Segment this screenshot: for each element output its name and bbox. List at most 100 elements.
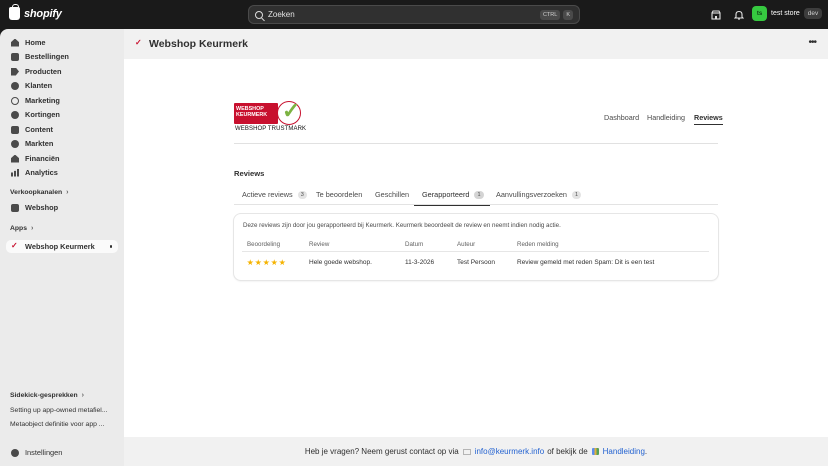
sidebar-item-label: Marketing xyxy=(25,96,60,105)
tab-gerapporteerd[interactable]: Gerapporteerd 1 xyxy=(414,184,490,206)
nav-dashboard[interactable]: Dashboard xyxy=(604,113,639,122)
nav-handleiding[interactable]: Handleiding xyxy=(647,113,685,122)
card-intro: Deze reviews zijn door jou gerapporteerd… xyxy=(243,222,561,229)
chevron-right-icon: › xyxy=(31,225,34,232)
sidebar-item-analytics[interactable]: Analytics xyxy=(6,166,118,179)
sales-channels-heading[interactable]: Verkoopkanalen › xyxy=(10,189,68,196)
star-icon xyxy=(247,259,254,266)
star-icon xyxy=(255,259,262,266)
star-icon xyxy=(279,259,286,266)
shopify-bag-icon xyxy=(9,4,20,20)
keurmerk-badge: WEBSHOP KEURMERK xyxy=(234,103,278,124)
sidebar-item-marketing[interactable]: Marketing xyxy=(6,94,118,107)
app-frame: WEBSHOP KEURMERK WEBSHOP TRUSTMARK Dashb… xyxy=(124,59,828,437)
sidebar-item-content[interactable]: Content xyxy=(6,123,118,136)
apps-heading[interactable]: Apps › xyxy=(10,225,33,232)
home-icon xyxy=(11,38,19,47)
section-label: Verkoopkanalen xyxy=(10,189,63,196)
cell-reason: Review gemeld met reden Spam: Dit is een… xyxy=(517,259,655,266)
sidebar-item-label: Webshop Keurmerk xyxy=(25,242,95,251)
store-avatar: ts xyxy=(752,6,767,21)
sidebar-item-label: Instellingen xyxy=(25,448,63,457)
person-icon xyxy=(11,81,19,90)
tab-count: 3 xyxy=(297,190,307,199)
main-area: Webshop Keurmerk ••• WEBSHOP KEURMERK WE… xyxy=(124,29,828,466)
dev-badge: dev xyxy=(803,8,823,19)
chevron-right-icon: › xyxy=(81,392,84,399)
cell-review: Hele goede webshop. xyxy=(309,259,372,266)
gear-icon xyxy=(11,448,19,457)
inbox-icon xyxy=(11,52,19,61)
page-title: Webshop Keurmerk xyxy=(149,38,248,50)
bank-icon xyxy=(11,154,19,163)
shopify-logo[interactable]: shopify xyxy=(9,4,62,20)
more-actions-icon[interactable]: ••• xyxy=(808,37,816,48)
sidebar-item-markets[interactable]: Markten xyxy=(6,137,118,150)
rating-stars xyxy=(247,253,286,272)
sidekick-conversation[interactable]: Setting up app-owned metafiel... xyxy=(10,407,118,414)
sidebar-item-products[interactable]: Producten xyxy=(6,65,118,78)
reported-reviews-card: Deze reviews zijn door jou gerapporteerd… xyxy=(234,214,718,280)
chevron-right-icon: › xyxy=(66,189,69,196)
globe-icon xyxy=(11,139,19,148)
tab-active-reviews[interactable]: Actieve reviews 3 xyxy=(242,184,307,205)
sidebar-item-label: Financiën xyxy=(25,154,60,163)
header-review: Review xyxy=(309,241,330,248)
tab-label: Aanvullingsverzoeken xyxy=(496,190,567,199)
sidebar-item-label: Producten xyxy=(25,67,62,76)
bell-icon[interactable] xyxy=(733,9,744,20)
star-icon xyxy=(271,259,278,266)
sidebar-item-label: Webshop xyxy=(25,203,59,212)
sidebar-item-home[interactable]: Home xyxy=(6,36,118,49)
table-header: Beoordeling Review Datum Auteur Reden me… xyxy=(242,238,709,252)
active-dot xyxy=(109,245,112,248)
search-input[interactable]: Zoeken CTRL K xyxy=(248,5,580,24)
contact-email-link[interactable]: info@keurmerk.info xyxy=(475,447,544,456)
footer-text-before: Heb je vragen? Neem gerust contact op vi… xyxy=(304,447,459,456)
target-icon xyxy=(11,96,19,105)
brand-line2: KEURMERK xyxy=(236,112,268,119)
sidebar-item-discounts[interactable]: Kortingen xyxy=(6,108,118,121)
sidebar-item-webshop[interactable]: Webshop xyxy=(6,201,118,214)
footer-text-middle: of bekijk de xyxy=(547,447,588,456)
header-auteur: Auteur xyxy=(457,241,476,248)
handleiding-link[interactable]: Handleiding xyxy=(603,447,645,456)
tab-count: 1 xyxy=(571,190,582,199)
table-row[interactable]: Hele goede webshop. 11-3-2026 Test Perso… xyxy=(242,253,709,272)
store-icon[interactable] xyxy=(710,9,721,20)
sidebar-item-finance[interactable]: Financiën xyxy=(6,152,118,165)
discount-icon xyxy=(11,110,19,119)
brand-trustmark: WEBSHOP TRUSTMARK xyxy=(235,126,307,132)
section-title: Reviews xyxy=(234,169,265,178)
store-menu-button[interactable]: ts test store dev xyxy=(752,6,823,21)
help-footer: Heb je vragen? Neem gerust contact op vi… xyxy=(124,437,828,466)
tab-label: Geschillen xyxy=(375,190,410,199)
divider xyxy=(234,143,718,144)
sidebar-item-label: Markten xyxy=(25,139,54,148)
sidekick-heading[interactable]: Sidekick-gesprekken › xyxy=(10,392,84,399)
tab-aanvullingsverzoeken[interactable]: Aanvullingsverzoeken 1 xyxy=(496,184,582,205)
shopify-wordmark: shopify xyxy=(24,7,62,20)
keurmerk-app-icon xyxy=(11,241,19,251)
sidebar-item-settings[interactable]: Instellingen xyxy=(6,446,118,459)
tab-count: 1 xyxy=(474,190,484,199)
sidebar-item-webshop-keurmerk[interactable]: Webshop Keurmerk xyxy=(6,240,118,253)
search-placeholder: Zoeken xyxy=(268,10,295,19)
sidebar-item-customers[interactable]: Klanten xyxy=(6,79,118,92)
review-tabs: Actieve reviews 3 Te beoordelen Geschille… xyxy=(234,184,718,206)
keurmerk-logo[interactable]: WEBSHOP KEURMERK WEBSHOP TRUSTMARK xyxy=(234,98,306,132)
tab-label: Te beoordelen xyxy=(316,190,363,199)
nav-reviews[interactable]: Reviews xyxy=(694,113,723,125)
star-icon xyxy=(263,259,270,266)
sidebar-item-label: Bestellingen xyxy=(25,52,69,61)
storefront-icon xyxy=(11,203,19,212)
sidekick-conversation[interactable]: Metaobject definitie voor app ... xyxy=(10,421,118,428)
sidebar: Home Bestellingen Producten Klanten Mark… xyxy=(0,29,124,466)
tab-geschillen[interactable]: Geschillen xyxy=(375,184,409,205)
header-datum: Datum xyxy=(405,241,424,248)
section-label: Sidekick-gesprekken xyxy=(10,392,78,399)
sidebar-item-orders[interactable]: Bestellingen xyxy=(6,50,118,63)
section-label: Apps xyxy=(10,225,27,232)
content-icon xyxy=(11,125,19,134)
tab-te-beoordelen[interactable]: Te beoordelen xyxy=(316,184,362,205)
